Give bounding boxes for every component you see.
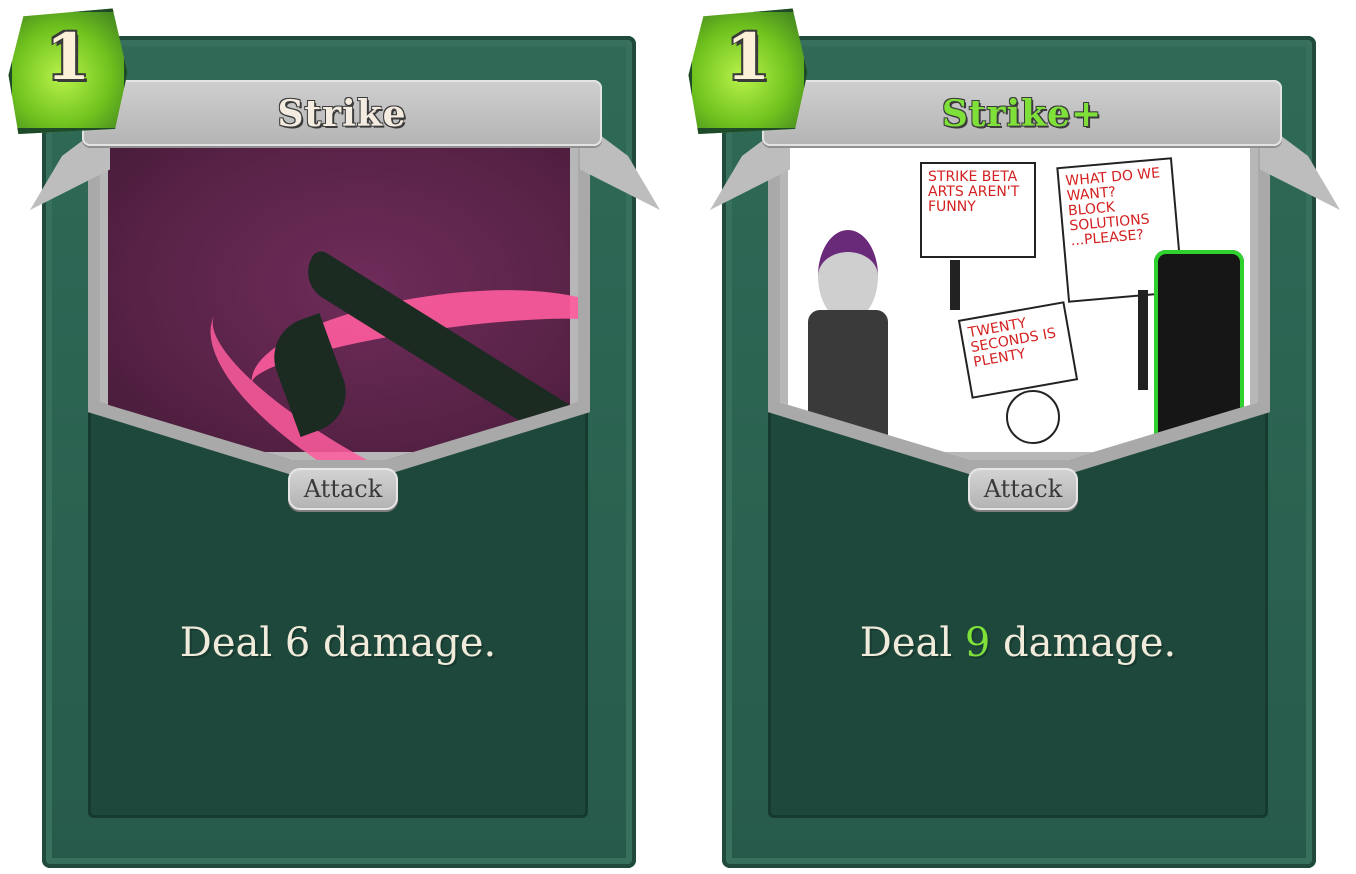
strike-plus-card[interactable]: STRIKE BETA ARTS AREN'T FUNNY TWENTY SEC…	[680, 0, 1340, 874]
sign-stick	[950, 260, 960, 310]
description-prefix: Deal	[179, 620, 285, 666]
description-prefix: Deal	[859, 620, 965, 666]
description-suffix: damage.	[990, 620, 1177, 666]
energy-cost: 1	[45, 20, 91, 95]
sign-stick	[1138, 290, 1148, 390]
card-type: Attack	[288, 468, 398, 510]
protester-head	[818, 230, 878, 322]
sign-text: STRIKE BETA ARTS AREN'T FUNNY	[928, 169, 1020, 215]
rat-doodle	[1006, 390, 1060, 444]
strike-card[interactable]: Strike 1 Attack Deal 6 damage.	[0, 0, 660, 874]
sign-text: WHAT DO WE WANT? BLOCK SOLUTIONS ...plea…	[1064, 165, 1161, 250]
protest-sign: STRIKE BETA ARTS AREN'T FUNNY	[920, 162, 1036, 258]
protest-sign: TWENTY SECONDS IS PLENTY	[957, 301, 1079, 399]
card-art	[100, 140, 578, 460]
card-title: Strike	[277, 93, 407, 135]
card-art: STRIKE BETA ARTS AREN'T FUNNY TWENTY SEC…	[780, 140, 1258, 460]
energy-cost: 1	[725, 20, 771, 95]
card-type: Attack	[968, 468, 1078, 510]
damage-value: 6	[284, 620, 311, 666]
card-description: Deal 9 damage.	[768, 620, 1268, 666]
card-title: Strike+	[941, 93, 1103, 135]
damage-value: 9	[964, 620, 991, 666]
card-description: Deal 6 damage.	[88, 620, 588, 666]
sign-text: TWENTY SECONDS IS PLENTY	[966, 315, 1058, 371]
description-suffix: damage.	[310, 620, 497, 666]
